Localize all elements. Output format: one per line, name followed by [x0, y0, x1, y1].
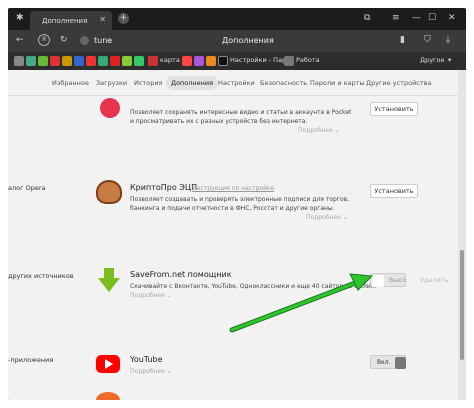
- yandex-icon[interactable]: Я: [38, 34, 50, 46]
- youtube-icon: [96, 355, 120, 373]
- site-icon: [80, 36, 89, 45]
- toggle-label: Выкл.: [389, 276, 408, 284]
- cryptopro-icon: [96, 180, 122, 204]
- youtube-toggle[interactable]: Вкл.: [370, 355, 406, 369]
- youtube-name: YouTube: [130, 355, 163, 364]
- bookmark-favicon[interactable]: [86, 56, 96, 66]
- toggle-knob: [372, 275, 384, 287]
- addon-icon: [96, 392, 120, 400]
- download-icon[interactable]: ⤓: [446, 35, 450, 45]
- section-label: алог Opera: [8, 184, 46, 192]
- nav-passwords[interactable]: Пароли и карты: [310, 79, 365, 87]
- bookmark-favicon[interactable]: [74, 56, 84, 66]
- bookmark-favicon[interactable]: [98, 56, 108, 66]
- back-icon[interactable]: ←: [16, 35, 24, 45]
- page-title: Дополнения: [222, 36, 274, 45]
- savefrom-more-link[interactable]: Подробнее ⌄: [130, 292, 172, 299]
- savefrom-toggle[interactable]: Выкл.: [370, 273, 408, 287]
- cryptopro-name: КриптоПро ЭЦП: [130, 183, 198, 192]
- bookmark-favicon[interactable]: [182, 56, 192, 66]
- youtube-more-link[interactable]: Подробнее ⌄: [130, 368, 172, 375]
- savefrom-description: Скачивайте с Вконтакте, YouTube, Однокла…: [130, 283, 377, 290]
- scrollbar-thumb[interactable]: [460, 250, 464, 360]
- section-label: -приложения: [8, 356, 54, 364]
- tab-title: Дополнения: [42, 16, 88, 25]
- nav-devices[interactable]: Другие устройства: [366, 79, 431, 87]
- cryptopro-install-button[interactable]: Установить: [370, 184, 418, 198]
- nav-downloads[interactable]: Загрузки: [96, 79, 127, 87]
- savefrom-delete-button[interactable]: Удалить: [420, 276, 448, 284]
- bookmark-favicon[interactable]: [62, 56, 72, 66]
- bookmark-favicon[interactable]: [122, 56, 132, 66]
- bookmark-map[interactable]: карта: [160, 56, 180, 64]
- pocket-description: Позволяет сохранять интересные видео и с…: [130, 109, 352, 125]
- scrollbar[interactable]: [458, 70, 466, 400]
- screenshot-frame: ✱ Дополнения ✕ + ⧉ ≡ — ☐ ✕ ← Я ↻ tune До…: [0, 0, 474, 408]
- tab-bar: ✱ Дополнения ✕ + ⧉ ≡ — ☐ ✕: [8, 8, 466, 30]
- tab-addons[interactable]: Дополнения ✕: [30, 11, 112, 30]
- bookmark-favicon[interactable]: [110, 56, 120, 66]
- tabs-icon[interactable]: ⧉: [364, 13, 370, 23]
- cryptopro-description: Позволяет создавать и проверять электрон…: [130, 196, 350, 212]
- maximize-icon[interactable]: ☐: [428, 13, 436, 23]
- bookmark-favicon[interactable]: [206, 56, 216, 66]
- browser-window: ✱ Дополнения ✕ + ⧉ ≡ — ☐ ✕ ← Я ↻ tune До…: [8, 8, 466, 400]
- toggle-label: Вкл.: [377, 358, 391, 366]
- pocket-icon: [100, 98, 120, 118]
- bookmark-favicon[interactable]: [38, 56, 48, 66]
- url-field[interactable]: tune: [94, 36, 112, 45]
- bookmark-icon[interactable]: ▮: [400, 35, 405, 45]
- savefrom-name: SaveFrom.net помощник: [130, 270, 232, 279]
- pocket-more-link[interactable]: Подробнее ⌄: [298, 127, 340, 134]
- bookmark-other[interactable]: Другое: [420, 56, 444, 64]
- protect-icon[interactable]: ⛉: [424, 35, 431, 45]
- section-label: других источников: [8, 272, 74, 280]
- bookmark-favicon[interactable]: [14, 56, 24, 66]
- bookmark-favicon[interactable]: [50, 56, 60, 66]
- nav-security[interactable]: Безопасность: [260, 79, 307, 87]
- nav-favorites[interactable]: Избранное: [52, 79, 89, 87]
- bookmark-favicon[interactable]: [194, 56, 204, 66]
- nav-addons[interactable]: Дополнения: [166, 76, 219, 90]
- new-tab-button[interactable]: +: [118, 13, 129, 24]
- savefrom-icon: [98, 268, 120, 292]
- reload-icon[interactable]: ↻: [60, 35, 68, 45]
- bookmark-work[interactable]: Работа: [296, 56, 320, 64]
- bookmark-favicon[interactable]: [26, 56, 36, 66]
- address-bar: ← Я ↻ tune Дополнения ▮ ⛉ ⤓: [8, 30, 466, 52]
- minimize-icon[interactable]: —: [412, 13, 421, 23]
- bookmark-settings[interactable]: Настройки - Пар: [230, 56, 286, 64]
- settings-favicon[interactable]: [218, 56, 228, 66]
- map-icon[interactable]: [148, 56, 158, 66]
- addons-page: Избранное Загрузки История Дополнения На…: [8, 70, 458, 400]
- menu-icon[interactable]: ≡: [392, 13, 400, 23]
- settings-nav: Избранное Загрузки История Дополнения На…: [8, 70, 458, 96]
- window-close-icon[interactable]: ✕: [448, 13, 456, 23]
- puzzle-icon[interactable]: ✱: [16, 13, 24, 23]
- nav-history[interactable]: История: [134, 79, 162, 87]
- bookmark-favicon[interactable]: [134, 56, 144, 66]
- chevron-down-icon[interactable]: ▾: [448, 56, 451, 64]
- nav-settings[interactable]: Настройки: [218, 79, 255, 87]
- toggle-knob: [395, 357, 406, 369]
- folder-icon[interactable]: [284, 56, 294, 66]
- cryptopro-link[interactable]: Инструкция по настройке: [192, 184, 274, 193]
- bookmarks-bar: карта Настройки - Пар Работа Другое ▾: [8, 52, 466, 70]
- close-icon[interactable]: ✕: [99, 15, 106, 24]
- cryptopro-more-link[interactable]: Подробнее ⌄: [306, 214, 348, 221]
- pocket-install-button[interactable]: Установить: [370, 102, 418, 116]
